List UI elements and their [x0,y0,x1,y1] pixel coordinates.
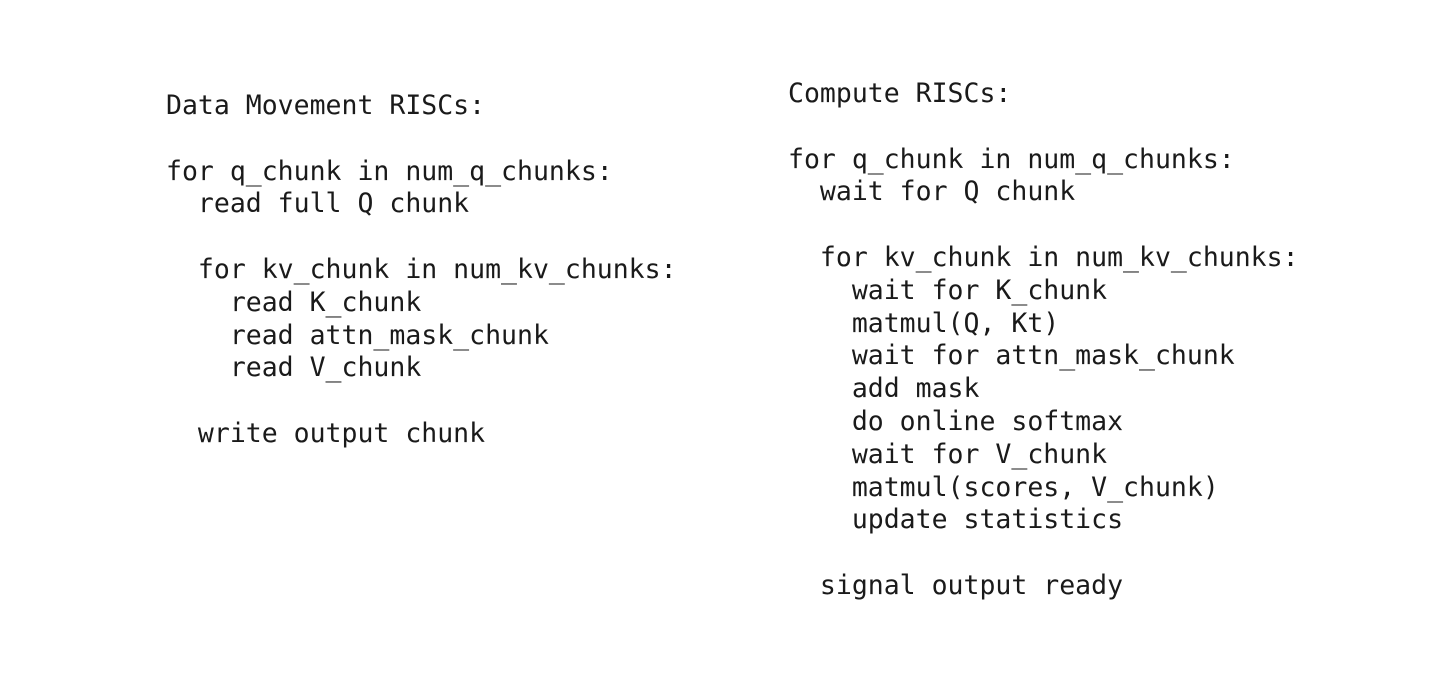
code-line: read attn_mask_chunk [166,319,549,351]
code-line: wait for V_chunk [788,438,1108,470]
code-line: matmul(scores, V_chunk) [788,471,1219,503]
code-line: update statistics [788,504,1124,536]
code-line: matmul(Q, Kt) [788,307,1060,339]
code-line: read K_chunk [166,286,422,318]
code-line: signal output ready [788,569,1124,601]
compute-heading: Compute RISCs: [788,78,1012,109]
code-line: for kv_chunk in num_kv_chunks: [166,253,677,285]
code-line: for q_chunk in num_q_chunks: [166,155,613,187]
code-line: do online softmax [788,405,1124,437]
data-movement-heading: Data Movement RISCs: [166,90,486,121]
code-line: wait for K_chunk [788,274,1108,306]
code-line: write output chunk [166,417,486,449]
code-line: wait for Q chunk [788,176,1076,208]
code-line: read full Q chunk [166,188,470,220]
code-line: wait for attn_mask_chunk [788,340,1235,372]
compute-pseudocode: Compute RISCs: for q_chunk in num_q_chunk… [788,78,1299,603]
code-line: read V_chunk [166,352,422,384]
code-line: for kv_chunk in num_kv_chunks: [788,241,1299,273]
code-line: for q_chunk in num_q_chunks: [788,143,1235,175]
code-line: add mask [788,373,980,405]
data-movement-pseudocode: Data Movement RISCs: for q_chunk in num_q… [166,90,677,451]
